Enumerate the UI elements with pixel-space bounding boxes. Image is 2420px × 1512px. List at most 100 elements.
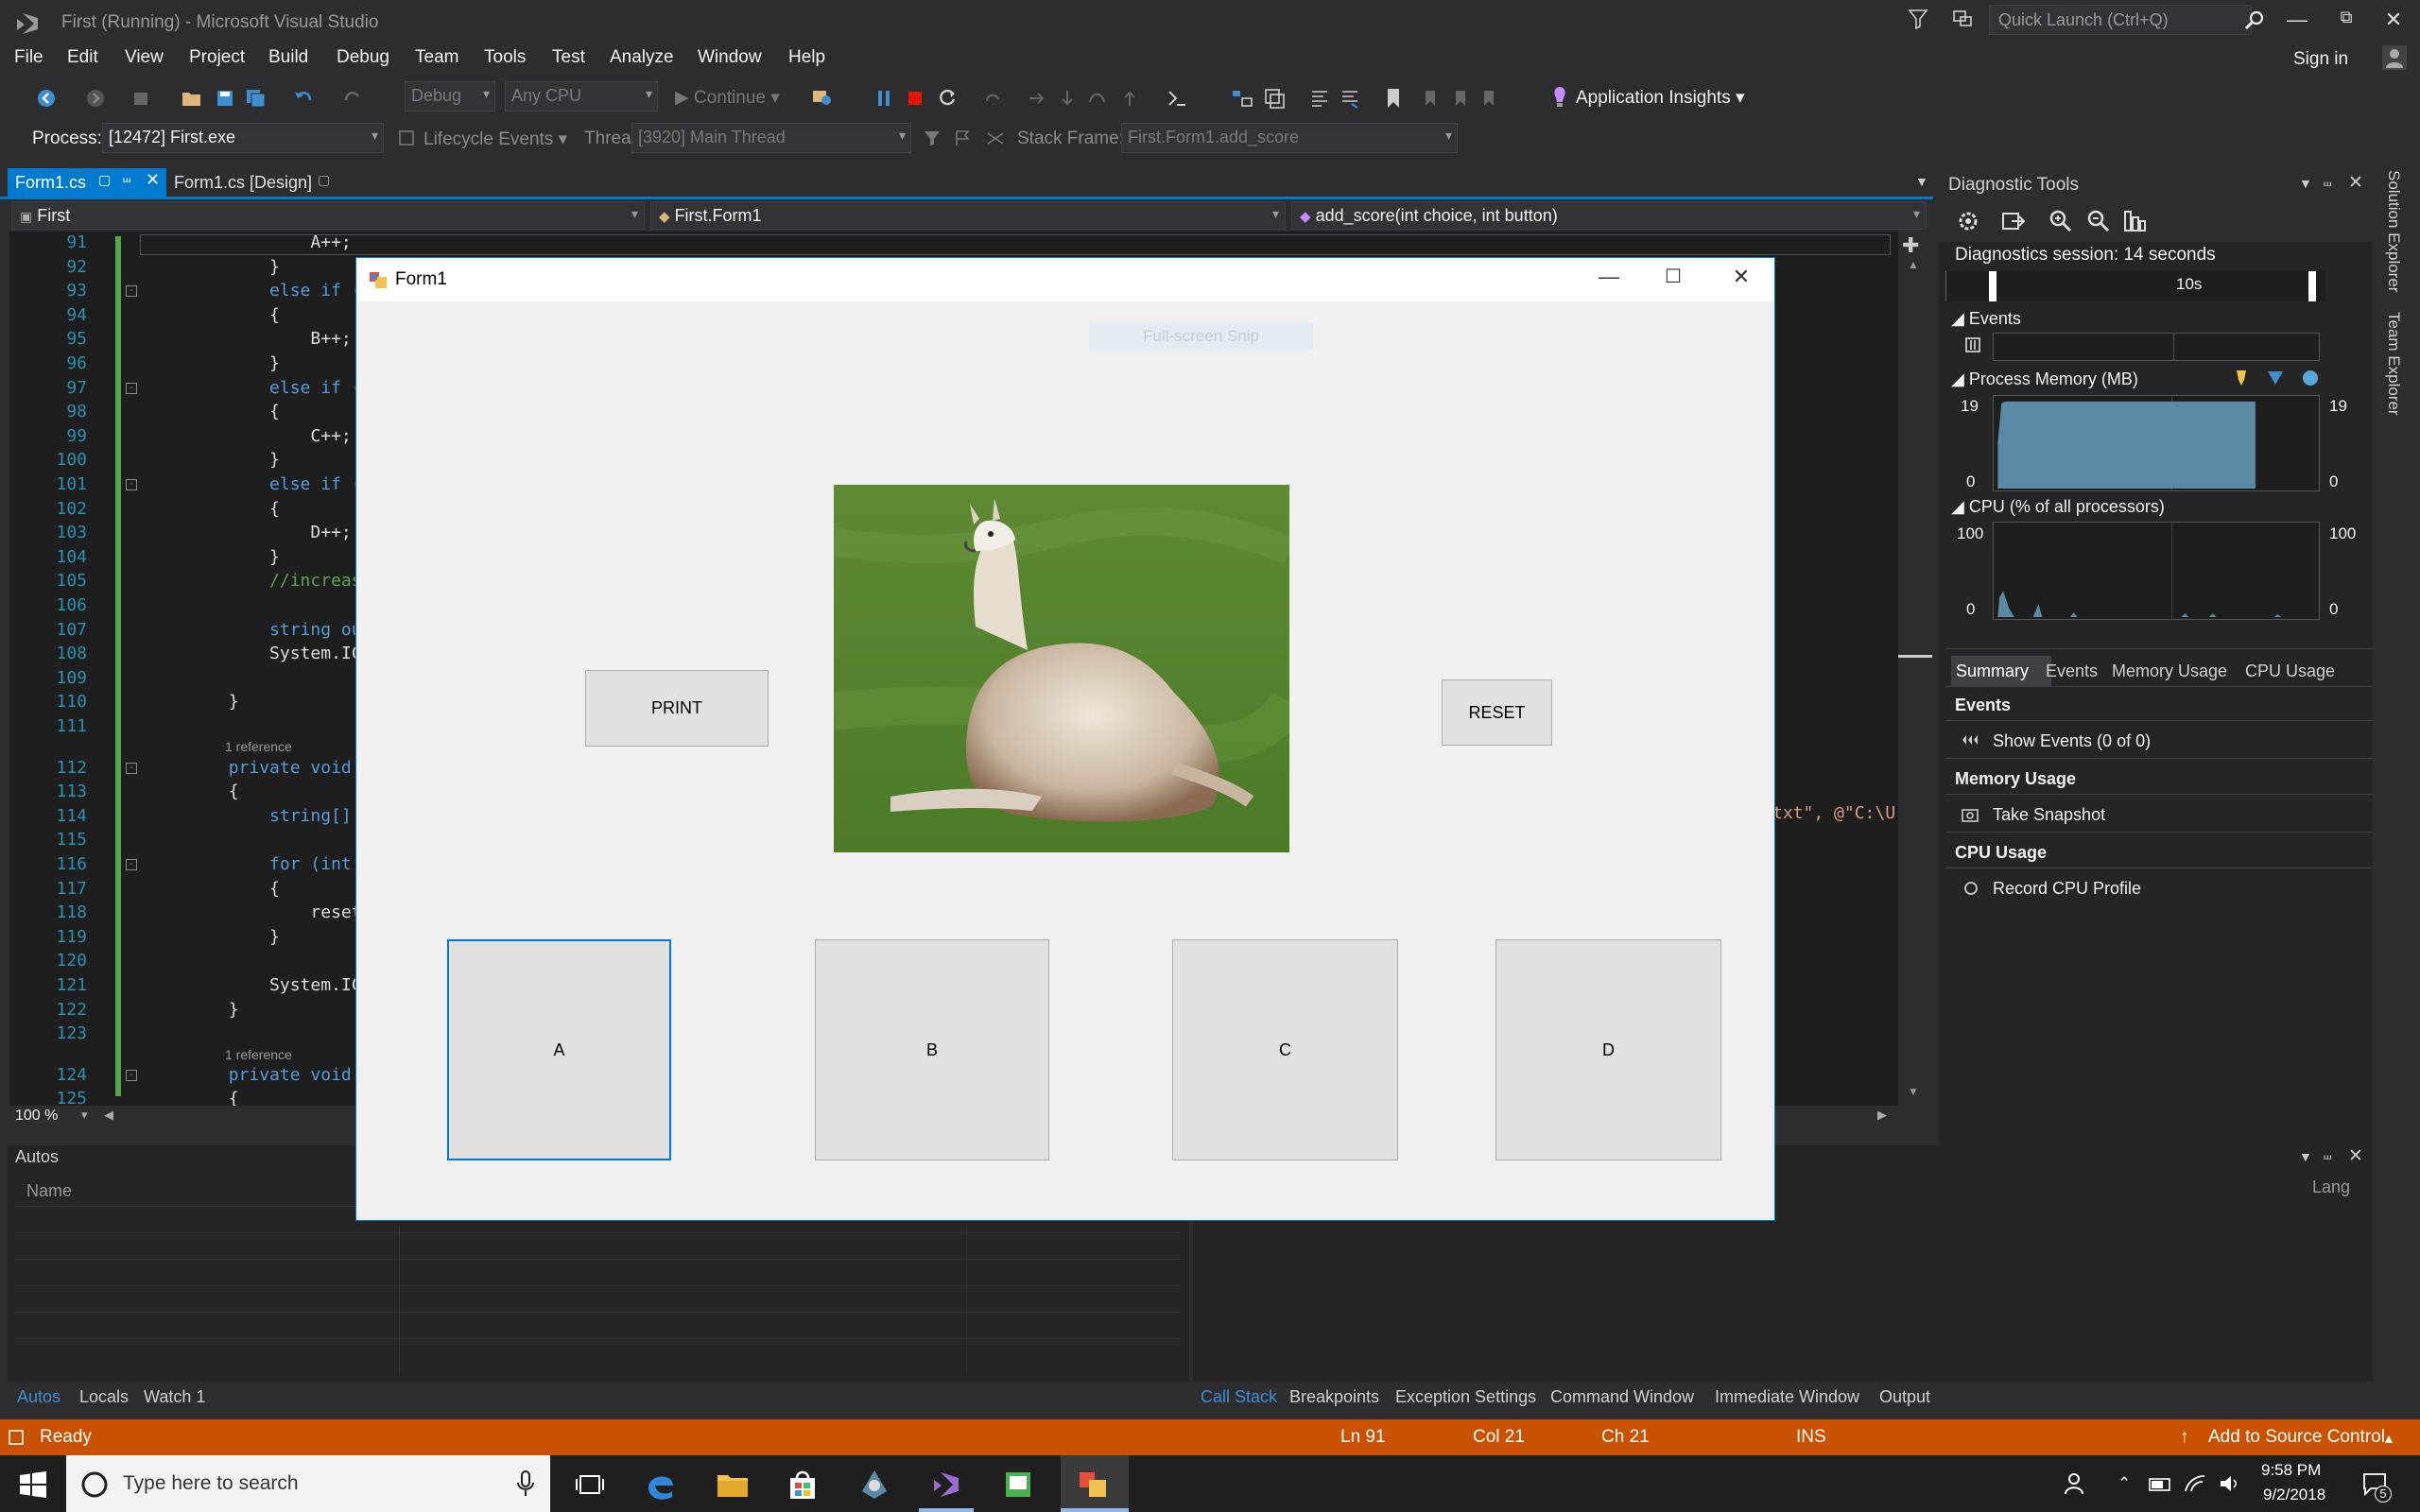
status-insert-mode[interactable]: INS: [1796, 1427, 1826, 1448]
configuration-dropdown[interactable]: Debug ▾: [405, 81, 495, 112]
close-tab-icon[interactable]: ✕: [146, 170, 160, 190]
tab-command-window[interactable]: Command Window: [1550, 1387, 1694, 1407]
clock-date[interactable]: 9/2/2018: [2263, 1486, 2325, 1504]
stop-icon[interactable]: [906, 89, 925, 108]
diagnostics-timeline[interactable]: 10s: [1945, 271, 2325, 301]
menu-build[interactable]: Build: [268, 47, 308, 68]
solution-explorer-tab[interactable]: Solution Explorer: [2384, 170, 2403, 292]
tab-overflow-icon[interactable]: ▼: [1915, 174, 1928, 189]
restart-icon[interactable]: [937, 87, 958, 108]
tab-memory-usage[interactable]: Memory Usage: [2112, 662, 2227, 681]
timeline-start-handle[interactable]: [1989, 271, 1996, 301]
collapse-icon[interactable]: -: [126, 383, 137, 394]
choice-b-button[interactable]: B: [815, 939, 1049, 1160]
menu-debug[interactable]: Debug: [337, 47, 389, 68]
menu-test[interactable]: Test: [552, 47, 585, 68]
tab-exception-settings[interactable]: Exception Settings: [1395, 1387, 1536, 1407]
show-events-link[interactable]: Show Events (0 of 0): [1993, 731, 2151, 751]
form1-app-icon[interactable]: [1076, 1467, 1112, 1503]
browse-icon[interactable]: [811, 87, 836, 112]
pin-icon[interactable]: ⧢: [2324, 1147, 2331, 1164]
cpu-section-header[interactable]: ◢ CPU (% of all processors): [1951, 497, 2165, 517]
open-file-icon[interactable]: [182, 89, 202, 108]
pin-icon[interactable]: ⧢: [2324, 174, 2331, 191]
zoom-out-icon[interactable]: [2085, 208, 2112, 234]
panel-menu-icon[interactable]: ▼: [2299, 176, 2312, 191]
thread-dropdown[interactable]: [3920] Main Thread ▾: [631, 123, 911, 153]
redo-icon[interactable]: [342, 88, 363, 109]
continue-button[interactable]: ▶ Continue ▾: [675, 87, 780, 109]
close-panel-icon[interactable]: ✕: [2348, 1145, 2363, 1167]
collapse-icon[interactable]: -: [126, 1070, 137, 1081]
print-button[interactable]: PRINT: [585, 670, 769, 747]
timeline-end-handle[interactable]: [2308, 271, 2316, 301]
tab-immediate-window[interactable]: Immediate Window: [1715, 1387, 1859, 1407]
step-back-icon[interactable]: [1119, 88, 1140, 109]
edge-browser-icon[interactable]: [643, 1467, 679, 1503]
filter-icon[interactable]: [1908, 8, 1928, 30]
choice-a-button[interactable]: A: [447, 939, 671, 1160]
export-icon[interactable]: [2000, 208, 2027, 234]
tab-summary[interactable]: Summary: [1956, 662, 2029, 681]
tab-locals[interactable]: Locals: [79, 1387, 129, 1407]
menu-team[interactable]: Team: [415, 47, 458, 68]
back-icon[interactable]: [36, 88, 57, 109]
form-minimize-button[interactable]: —: [1590, 265, 1628, 293]
events-section-header[interactable]: ◢ Events: [1951, 309, 2021, 329]
sign-in-link[interactable]: Sign in: [2293, 49, 2348, 70]
scroll-down-icon[interactable]: ▼: [1908, 1085, 1919, 1098]
collapse-icon[interactable]: -: [126, 285, 137, 297]
form-close-button[interactable]: ✕: [1722, 265, 1760, 293]
new-project-icon[interactable]: [132, 89, 153, 108]
people-icon[interactable]: [2063, 1470, 2089, 1497]
tab-call-stack[interactable]: Call Stack: [1201, 1387, 1277, 1407]
scroll-left-icon[interactable]: ◀: [104, 1108, 113, 1123]
choice-d-button[interactable]: D: [1495, 939, 1721, 1160]
lifecycle-events-button[interactable]: Lifecycle Events ▾: [424, 129, 567, 150]
zoom-dropdown-icon[interactable]: ▾: [81, 1108, 88, 1123]
menu-file[interactable]: File: [14, 47, 43, 68]
platform-dropdown[interactable]: Any CPU ▾: [505, 81, 658, 112]
minimize-button[interactable]: —: [2280, 8, 2314, 38]
tasks-icon[interactable]: [1263, 87, 1286, 110]
pin-icon[interactable]: ⧢: [123, 170, 130, 187]
project-dropdown[interactable]: ▣ First ▾: [11, 201, 645, 230]
menu-help[interactable]: Help: [788, 47, 825, 68]
choice-c-button[interactable]: C: [1172, 939, 1398, 1160]
application-insights-icon[interactable]: [1550, 85, 1569, 110]
app-icon[interactable]: [856, 1467, 892, 1503]
process-memory-chart[interactable]: [1993, 395, 2320, 491]
flag-icon[interactable]: [953, 129, 974, 147]
undo-icon[interactable]: [293, 88, 314, 109]
form-maximize-button[interactable]: ☐: [1654, 265, 1692, 293]
quick-launch-input[interactable]: Quick Launch (Ctrl+Q): [1989, 5, 2252, 35]
uncomment-icon[interactable]: [1339, 87, 1361, 110]
close-button[interactable]: ✕: [2377, 8, 2411, 38]
scroll-right-icon[interactable]: ▶: [1877, 1108, 1887, 1123]
collapse-icon[interactable]: -: [126, 763, 137, 774]
member-dropdown[interactable]: ◆ add_score(int choice, int button) ▾: [1291, 201, 1927, 230]
code-lens-references[interactable]: 1 reference: [225, 739, 292, 754]
break-all-icon[interactable]: [874, 88, 893, 109]
microphone-icon[interactable]: [514, 1469, 537, 1499]
paint-app-icon[interactable]: [1000, 1467, 1036, 1503]
comment-out-icon[interactable]: [1308, 87, 1331, 110]
menu-analyze[interactable]: Analyze: [610, 47, 674, 68]
account-icon[interactable]: [2380, 43, 2409, 72]
cpu-usage-chart[interactable]: [1993, 522, 2320, 620]
code-lens-references[interactable]: 1 reference: [225, 1047, 292, 1062]
task-view-icon[interactable]: [572, 1467, 608, 1503]
tab-events[interactable]: Events: [2046, 662, 2098, 681]
show-threads-icon[interactable]: [985, 129, 1006, 147]
add-to-source-control-button[interactable]: Add to Source Control: [2208, 1427, 2385, 1448]
pause-events-icon[interactable]: [1964, 336, 1981, 353]
save-all-icon[interactable]: [246, 89, 267, 108]
taskbar-search-input[interactable]: Type here to search: [66, 1455, 550, 1512]
search-icon[interactable]: [2242, 9, 2267, 33]
collapse-icon[interactable]: -: [126, 859, 137, 870]
editor-vertical-scrollbar[interactable]: ✚ ▲ ▼: [1898, 232, 1932, 1106]
tab-form1-cs[interactable]: Form1.cs ▢ ⧢ ✕: [8, 168, 166, 197]
panel-menu-icon[interactable]: ▼: [2299, 1149, 2312, 1164]
file-explorer-icon[interactable]: [715, 1467, 751, 1503]
hex-display-icon[interactable]: [1165, 87, 1189, 112]
